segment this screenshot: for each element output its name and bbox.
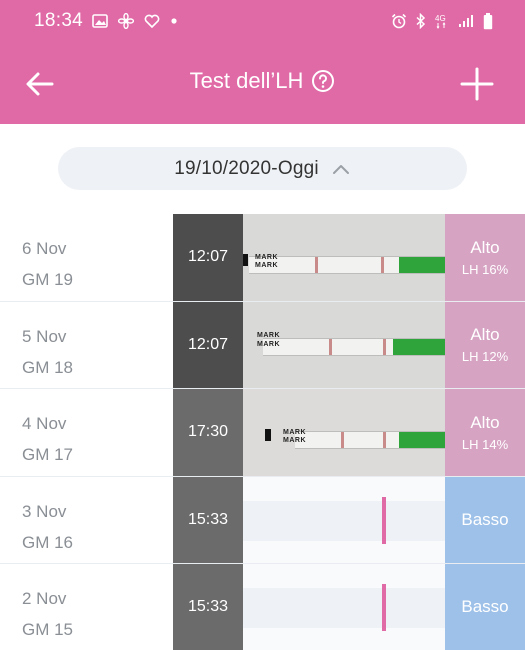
test-time: 12:07: [173, 301, 243, 388]
row-date-block: 6 Nov GM 19: [22, 233, 73, 295]
result-label: Basso: [461, 597, 509, 617]
header-title-group: Test dell’LH: [0, 68, 525, 94]
test-strip-photo[interactable]: MARK MARK: [243, 389, 445, 476]
cycle-day: GM 15: [22, 620, 74, 639]
result-label: Alto: [470, 237, 500, 257]
result-label: Alto: [470, 412, 500, 432]
test-row[interactable]: 3 Nov GM 16 15:33 Basso: [0, 476, 525, 564]
svg-text:4G: 4G: [435, 14, 446, 23]
strip-handle: [399, 257, 445, 273]
chevron-up-icon: [332, 164, 349, 174]
cycle-day: GM 19: [22, 270, 74, 289]
test-row[interactable]: 6 Nov GM 19 12:07 MARK MARK Alto LH 16%: [0, 214, 525, 302]
control-line: [315, 257, 318, 273]
strip-mark-text: MARK: [255, 254, 278, 261]
test-strip-photo[interactable]: MARK MARK: [243, 214, 445, 301]
status-time: 18:34: [34, 10, 84, 31]
heart-icon: [144, 14, 160, 28]
test-strip-photo[interactable]: MARK MARK: [243, 301, 445, 388]
control-line: [341, 432, 344, 448]
test-line: [383, 338, 386, 355]
row-date-block: 5 Nov GM 18: [22, 321, 73, 383]
lh-percentage: LH 14%: [461, 436, 509, 452]
app-header: Test dell’LH: [0, 44, 525, 124]
result-label: Alto: [470, 325, 500, 345]
strip-mark-text: MARK: [257, 340, 280, 348]
test-result: Basso: [445, 564, 525, 650]
test-result: Alto LH 14%: [445, 389, 525, 476]
cycle-day: GM 17: [22, 445, 74, 464]
test-line: [381, 257, 384, 273]
test-time: 17:30: [173, 389, 243, 476]
strip-arrow-icon: [265, 429, 271, 441]
test-strip-placeholder[interactable]: [243, 564, 445, 650]
page-title: Test dell’LH: [189, 68, 304, 93]
strip-arrow-icon: [243, 254, 248, 266]
test-date: 5 Nov: [22, 326, 67, 346]
strip-mark-text: MARK: [283, 429, 306, 436]
lh-percentage: LH 16%: [461, 261, 509, 277]
row-date-block: 2 Nov GM 15: [22, 583, 73, 645]
test-date: 2 Nov: [22, 589, 67, 608]
fan-icon: [118, 13, 134, 29]
signal-icon: [459, 15, 473, 27]
strip-mark-text: MARK: [255, 262, 278, 269]
strip-mark-text: MARK: [283, 437, 306, 444]
test-strip: [243, 431, 445, 449]
alarm-icon: [391, 13, 407, 29]
strip-placeholder-bar: [243, 588, 445, 628]
date-range-label: 19/10/2020-Oggi: [174, 157, 319, 179]
strip-handle: [399, 432, 445, 448]
result-label: Basso: [461, 509, 509, 529]
test-date: 4 Nov: [22, 414, 67, 433]
test-result: Basso: [445, 476, 525, 563]
strip-handle: [393, 338, 445, 355]
date-range-selector[interactable]: 19/10/2020-Oggi: [58, 147, 467, 190]
test-row[interactable]: 5 Nov GM 18 12:07 MARK MARK Alto LH 12%: [0, 301, 525, 389]
strip-placeholder-bar: [243, 500, 445, 541]
test-result: Alto LH 12%: [445, 301, 525, 388]
plus-icon[interactable]: [459, 66, 495, 102]
lh-percentage: LH 12%: [461, 349, 509, 365]
strip-mark-text: MARK: [257, 331, 280, 339]
control-line: [329, 338, 332, 355]
test-date: 3 Nov: [22, 501, 67, 521]
test-time: 15:33: [173, 476, 243, 563]
test-line: [383, 432, 386, 448]
row-date-block: 4 Nov GM 17: [22, 408, 73, 470]
dot-icon: [171, 18, 177, 24]
status-bar: 18:34 4G: [0, 0, 525, 44]
test-result: Alto LH 16%: [445, 214, 525, 301]
row-date-block: 3 Nov GM 16: [22, 496, 73, 558]
bluetooth-icon: [416, 13, 426, 29]
test-time: 12:07: [173, 214, 243, 301]
status-system-icons: 4G: [391, 11, 493, 31]
test-strip-placeholder[interactable]: [243, 476, 445, 563]
test-line-marker: [382, 584, 386, 631]
test-date: 6 Nov: [22, 239, 67, 258]
image-icon: [92, 14, 108, 28]
help-circle-icon[interactable]: [311, 69, 335, 93]
status-notification-icons: [92, 11, 178, 31]
test-time: 15:33: [173, 564, 243, 650]
lh-test-list: 6 Nov GM 19 12:07 MARK MARK Alto LH 16% …: [0, 214, 525, 650]
test-row[interactable]: 2 Nov GM 15 15:33 Basso: [0, 564, 525, 650]
4g-icon: 4G: [435, 14, 446, 29]
test-line-marker: [382, 496, 386, 544]
cycle-day: GM 16: [22, 532, 74, 552]
battery-icon: [483, 12, 493, 29]
test-row[interactable]: 4 Nov GM 17 17:30 MARK MARK Alto LH 14%: [0, 389, 525, 477]
cycle-day: GM 18: [22, 357, 74, 377]
